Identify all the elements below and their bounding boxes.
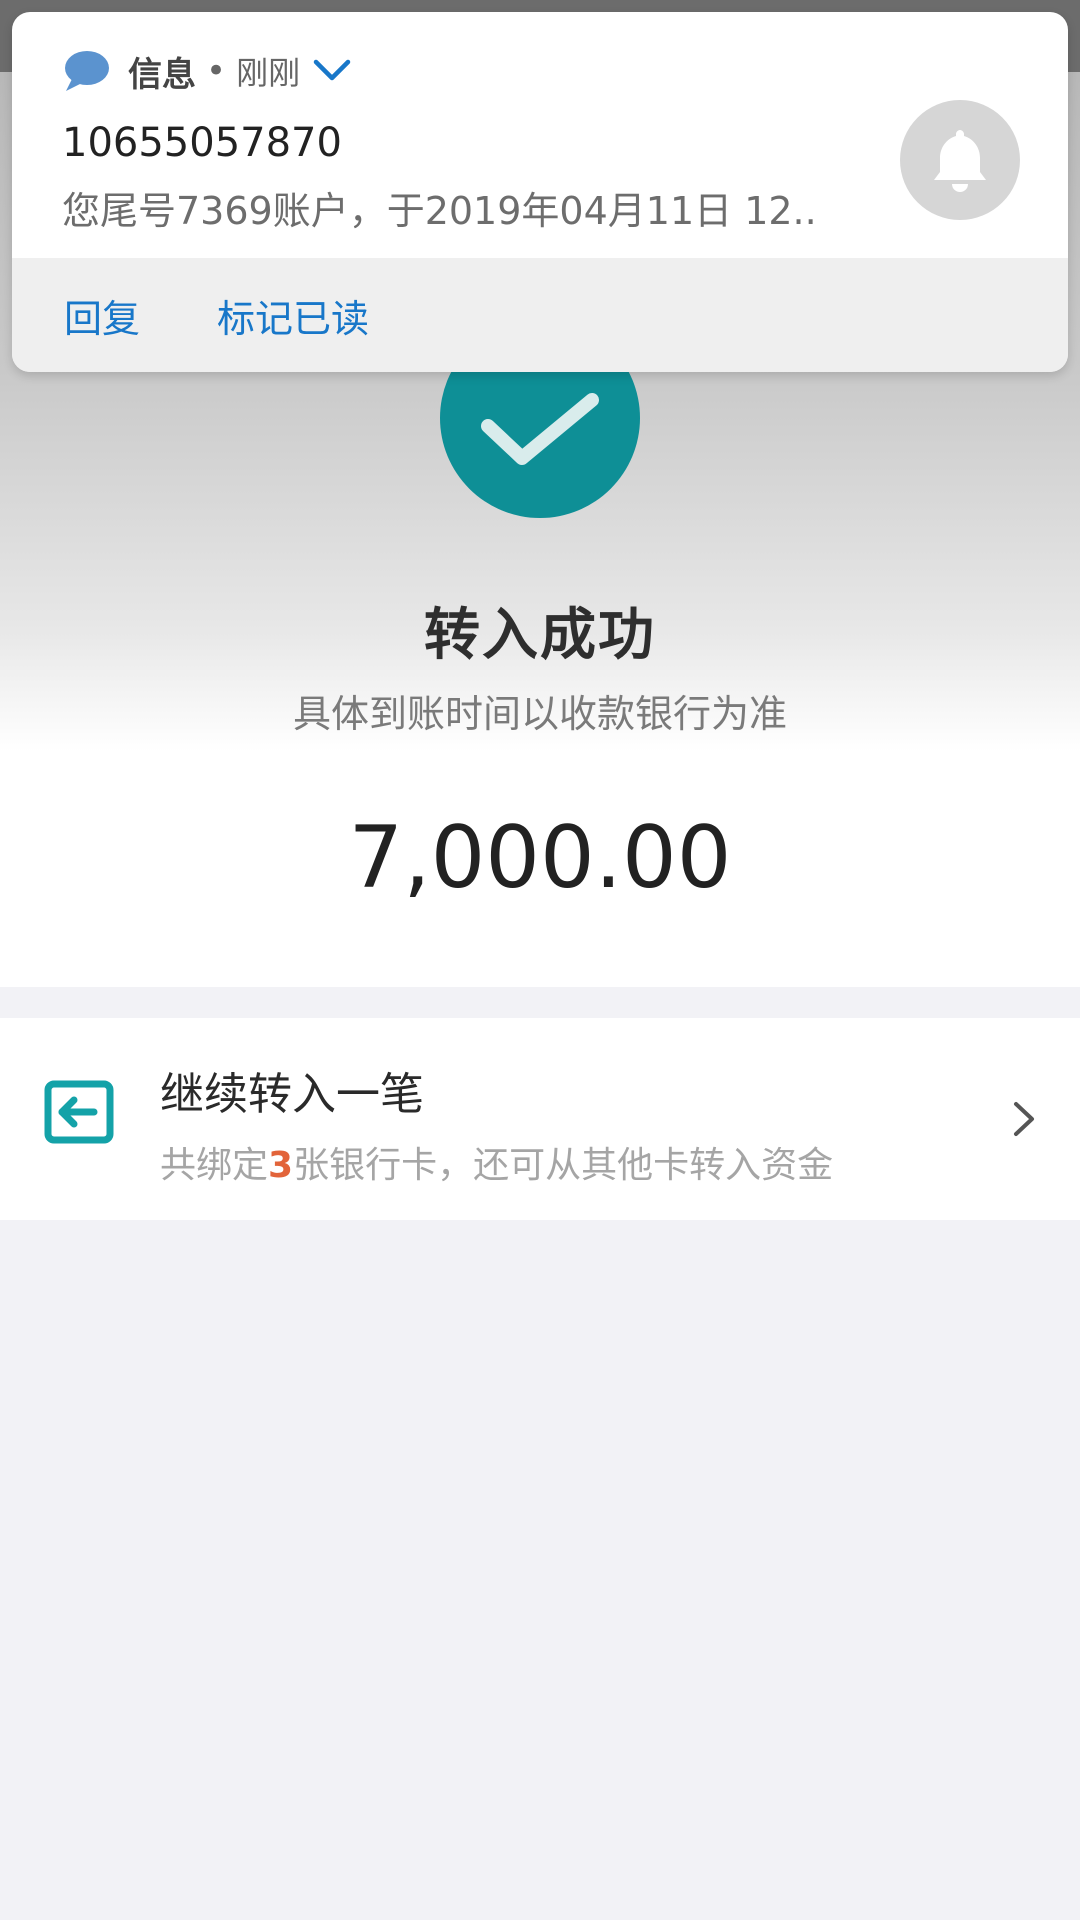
sms-preview: 您尾号7369账户，于2019年04月11日 12.. bbox=[62, 189, 817, 233]
continue-title: 继续转入一笔 bbox=[160, 1069, 424, 1120]
separator-dot: • bbox=[206, 51, 227, 91]
transfer-amount: 7,000.00 bbox=[348, 808, 732, 908]
notification-actions: 回复 标记已读 bbox=[12, 258, 1068, 372]
chevron-right-icon bbox=[1010, 1098, 1038, 1140]
continue-description: 共绑定3张银行卡，还可从其他卡转入资金 bbox=[160, 1136, 833, 1188]
desc-prefix: 共绑定 bbox=[160, 1145, 269, 1186]
notification-time: 刚刚 bbox=[236, 54, 301, 92]
app-name: 信息 bbox=[128, 54, 196, 95]
bell-icon bbox=[900, 100, 1020, 220]
chat-bubble-icon bbox=[62, 49, 110, 93]
transfer-in-icon bbox=[44, 1080, 114, 1144]
chevron-down-icon[interactable] bbox=[312, 56, 352, 86]
bound-card-count: 3 bbox=[268, 1145, 294, 1186]
reply-button[interactable]: 回复 bbox=[64, 288, 140, 343]
sms-notification-card[interactable]: 信息 • 刚刚 10655057870 您尾号7369账户，于2019年04月1… bbox=[12, 12, 1068, 372]
mark-read-button[interactable]: 标记已读 bbox=[217, 288, 369, 343]
notification-header: 信息 • 刚刚 bbox=[62, 46, 352, 96]
sms-sender: 10655057870 bbox=[62, 120, 342, 166]
status-subtitle: 具体到账时间以收款银行为准 bbox=[292, 692, 787, 736]
status-title: 转入成功 bbox=[424, 603, 656, 668]
continue-transfer-row[interactable]: 继续转入一笔 共绑定3张银行卡，还可从其他卡转入资金 bbox=[0, 1018, 1080, 1220]
desc-suffix: 张银行卡，还可从其他卡转入资金 bbox=[293, 1145, 834, 1186]
